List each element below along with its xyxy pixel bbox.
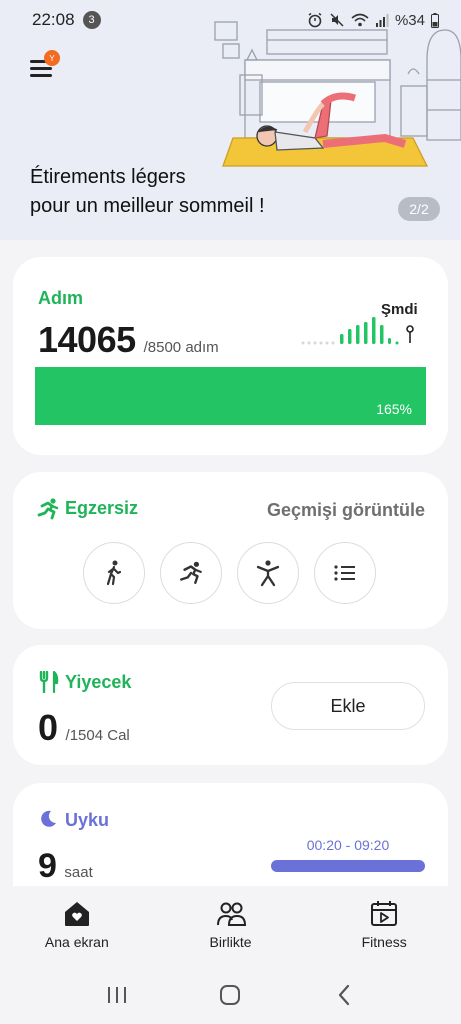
menu-bar: [30, 74, 52, 77]
exercise-buttons: [83, 542, 376, 604]
nav-fitness-label: Fitness: [361, 934, 407, 950]
status-bar: 22:08 3 %34: [0, 0, 461, 40]
add-food-button[interactable]: Ekle: [271, 682, 425, 730]
steps-card[interactable]: Adım 14065 /8500 adım Şmdi 165%: [13, 257, 448, 455]
notification-count: 3: [82, 11, 101, 29]
stretching-illustration: [214, 21, 461, 167]
exercise-card[interactable]: Egzersiz Geçmişi görüntüle: [13, 472, 448, 629]
walking-icon: [106, 560, 122, 586]
recent-apps-icon: [107, 987, 126, 1003]
food-value: 0 /1504 Cal: [38, 707, 130, 749]
steps-progress-fill: [35, 367, 426, 425]
steps-now-label: Şmdi: [381, 301, 418, 318]
home-icon: [64, 902, 89, 926]
running-icon: [180, 561, 202, 584]
workout-button[interactable]: [237, 542, 299, 604]
sleep-value: 9 saat: [38, 847, 93, 886]
mute-icon: [330, 13, 344, 27]
battery-icon: [431, 12, 439, 28]
workout-icon: [256, 560, 280, 587]
running-icon: [37, 498, 59, 520]
fitness-icon: [371, 901, 398, 926]
menu-button[interactable]: Y: [30, 50, 60, 78]
people-icon: [216, 902, 246, 926]
running-button[interactable]: [160, 542, 222, 604]
nav-home-label: Ana ekran: [44, 934, 109, 950]
steps-value: 14065 /8500 adım: [38, 319, 219, 361]
status-icons: %34: [307, 12, 439, 29]
system-navigation: [0, 966, 461, 1024]
walking-button[interactable]: [83, 542, 145, 604]
nav-home[interactable]: Ana ekran: [0, 886, 154, 966]
banner-title-line: Étirements légers: [30, 166, 186, 188]
sleep-time-range: 00:20 - 09:20: [306, 837, 390, 853]
back-button[interactable]: [324, 975, 364, 1015]
signal-icon: [375, 14, 389, 27]
nav-fitness[interactable]: Fitness: [307, 886, 461, 966]
banner-page-indicator: 2/2: [398, 197, 440, 221]
steps-title: Adım: [38, 288, 83, 308]
wifi-icon: [351, 13, 369, 27]
food-goal: /1504 Cal: [65, 727, 130, 744]
bottom-navigation: Ana ekran Birlikte Fitness: [0, 886, 461, 966]
nav-together[interactable]: Birlikte: [154, 886, 308, 966]
food-title: Yiyecek: [65, 672, 132, 692]
battery-level: %34: [394, 11, 425, 29]
sleep-hours: 9: [38, 847, 57, 885]
banner-title-line: pour un meilleur sommeil !: [30, 195, 265, 217]
menu-badge: Y: [44, 50, 60, 66]
sleep-bar: [271, 860, 425, 872]
food-card[interactable]: Yiyecek 0 /1504 Cal Ekle: [13, 645, 448, 765]
sleep-title: Uyku: [65, 810, 110, 830]
exercise-title: Egzersiz: [65, 498, 139, 518]
sleep-unit: saat: [64, 864, 93, 881]
view-history-link[interactable]: Geçmişi görüntüle: [267, 500, 425, 521]
steps-progress-bar: 165%: [35, 367, 426, 425]
menu-bar: [30, 67, 52, 70]
nav-together-label: Birlikte: [209, 934, 252, 950]
steps-goal: /8500 adım: [143, 339, 219, 356]
back-icon: [339, 984, 350, 1006]
alarm-icon: [308, 12, 322, 28]
banner-title: Étirements légers pour un meilleur somme…: [30, 163, 330, 221]
steps-progress-label: 165%: [376, 401, 412, 417]
food-calories: 0: [38, 707, 58, 748]
recent-apps-button[interactable]: [97, 975, 137, 1015]
moon-icon: [41, 810, 56, 827]
exercise-list-button[interactable]: [314, 542, 376, 604]
status-time: 22:08: [32, 10, 75, 29]
home-circle-icon: [220, 985, 241, 1005]
steps-count: 14065: [38, 319, 136, 360]
list-icon: [334, 565, 355, 581]
fork-knife-icon: [39, 671, 59, 693]
home-button[interactable]: [210, 975, 250, 1015]
